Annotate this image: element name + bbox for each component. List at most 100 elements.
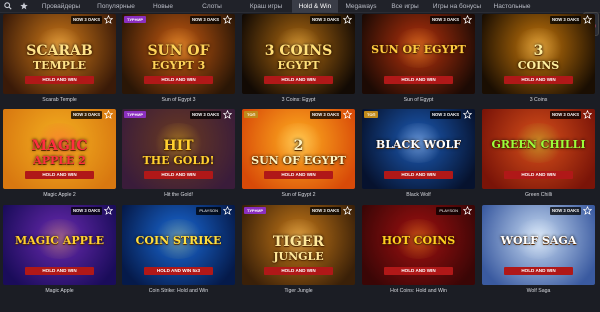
game-card[interactable]: COIN STRIKE HOLD AND WIN 5x3 PLAYSON Coin S…: [122, 205, 235, 298]
game-card[interactable]: HIT THE GOLD! HOLD AND WIN NOW 3 OAKS ТУРНИР…: [122, 109, 235, 202]
game-thumbnail[interactable]: HOT COINS HOLD AND WIN PLAYSON: [362, 205, 475, 285]
favorite-star-icon[interactable]: [583, 110, 592, 119]
game-thumbnail[interactable]: 2 SUN OF EGYPT HOLD AND WIN NOW 3 OAKS ТОП: [242, 109, 355, 189]
game-title[interactable]: 3 Coins: [482, 95, 595, 106]
tab-3[interactable]: Слоты: [184, 0, 240, 13]
search-button[interactable]: [0, 0, 16, 13]
game-thumbnail[interactable]: GREEN CHILLI HOLD AND WIN NOW 3 OAKS: [482, 109, 595, 189]
favorite-star-icon[interactable]: [343, 15, 352, 24]
game-title[interactable]: Coin Strike: Hold and Win: [122, 286, 235, 297]
game-card[interactable]: BLACK WOLF HOLD AND WIN NOW 3 OAKS ТОП Black…: [362, 109, 475, 202]
game-thumbnail[interactable]: MAGIC APPLE 2 HOLD AND WIN NOW 3 OAKS: [3, 109, 116, 189]
game-title[interactable]: Sun of Egypt 3: [122, 95, 235, 106]
tab-1[interactable]: Популярные: [90, 0, 142, 13]
game-card[interactable]: TIGER JUNGLE HOLD AND WIN NOW 3 OAKS ТУРНИР T…: [242, 205, 355, 298]
game-art-subtitle: EGYPT 3: [151, 59, 206, 72]
favorite-star-icon[interactable]: [583, 206, 592, 215]
game-card[interactable]: GREEN CHILLI HOLD AND WIN NOW 3 OAKS Green …: [482, 109, 595, 202]
game-thumbnail[interactable]: MAGIC APPLE HOLD AND WIN NOW 3 OAKS: [3, 205, 116, 285]
game-tag-badge: ТУРНИР: [244, 207, 267, 214]
game-title[interactable]: Scarab Temple: [3, 95, 116, 106]
game-title[interactable]: Hit the Gold!: [122, 190, 235, 201]
favorite-star-icon[interactable]: [223, 206, 232, 215]
game-art-title: GREEN CHILLI: [491, 138, 586, 151]
game-art-title: MAGIC APPLE: [14, 234, 105, 247]
game-card[interactable]: SCARAB TEMPLE HOLD AND WIN NOW 3 OAKS Scarab…: [3, 14, 116, 107]
favorite-star-icon[interactable]: [223, 110, 232, 119]
game-title[interactable]: Sun of Egypt 2: [242, 190, 355, 201]
game-card[interactable]: WOLF SAGA HOLD AND WIN NOW 3 OAKS Wolf Saga: [482, 205, 595, 298]
game-thumbnail[interactable]: COIN STRIKE HOLD AND WIN 5x3 PLAYSON: [122, 205, 235, 285]
game-title[interactable]: Wolf Saga: [482, 286, 595, 297]
game-art-subtitle: THE GOLD!: [142, 154, 215, 167]
tab-9[interactable]: Настольные: [488, 0, 536, 13]
hold-and-win-banner: HOLD AND WIN: [264, 76, 333, 84]
game-tag-badge: ТУРНИР: [124, 16, 147, 23]
game-tag-badge: ТОП: [244, 111, 259, 118]
game-card[interactable]: HOT COINS HOLD AND WIN PLAYSON Hot Coins: H…: [362, 205, 475, 298]
game-art-title: SCARAB: [26, 43, 93, 59]
game-art-title: TIGER: [272, 234, 325, 250]
game-card[interactable]: MAGIC APPLE HOLD AND WIN NOW 3 OAKS Magic A…: [3, 205, 116, 298]
game-thumbnail[interactable]: 3 COINS EGYPT HOLD AND WIN NOW 3 OAKS: [242, 14, 355, 94]
provider-badge: NOW 3 OAKS: [310, 207, 341, 215]
game-art-title: 3 COINS: [264, 43, 333, 59]
hold-and-win-banner: HOLD AND WIN: [144, 171, 213, 179]
game-art-subtitle: EGYPT: [277, 59, 320, 72]
tab-7[interactable]: Все игры: [384, 0, 426, 13]
tab-8[interactable]: Игры на бонусы: [426, 0, 488, 13]
favorite-star-icon[interactable]: [104, 15, 113, 24]
star-icon: [20, 2, 28, 10]
game-title[interactable]: Sun of Egypt: [362, 95, 475, 106]
game-thumbnail[interactable]: WOLF SAGA HOLD AND WIN NOW 3 OAKS: [482, 205, 595, 285]
favorite-star-icon[interactable]: [343, 206, 352, 215]
game-card[interactable]: SUN OF EGYPT 3 HOLD AND WIN NOW 3 OAKS ТУРНИ…: [122, 14, 235, 107]
tab-2[interactable]: Новые: [142, 0, 184, 13]
game-title[interactable]: Black Wolf: [362, 190, 475, 201]
favorite-star-icon[interactable]: [104, 110, 113, 119]
game-art-title: 2: [293, 138, 304, 154]
favorite-star-icon[interactable]: [463, 206, 472, 215]
provider-badge: NOW 3 OAKS: [550, 16, 581, 24]
game-art-title: WOLF SAGA: [500, 234, 577, 247]
hold-and-win-banner: HOLD AND WIN: [384, 171, 453, 179]
game-title[interactable]: Magic Apple: [3, 286, 116, 297]
provider-badge: NOW 3 OAKS: [310, 111, 341, 119]
game-thumbnail[interactable]: 3 COINS HOLD AND WIN NOW 3 OAKS: [482, 14, 595, 94]
favorite-star-icon[interactable]: [104, 206, 113, 215]
game-card[interactable]: 3 COINS HOLD AND WIN NOW 3 OAKS 3 Coins: [482, 14, 595, 107]
game-thumbnail[interactable]: HIT THE GOLD! HOLD AND WIN NOW 3 OAKS ТУРНИР: [122, 109, 235, 189]
favorite-star-icon[interactable]: [463, 15, 472, 24]
tab-0[interactable]: Провайдеры: [32, 0, 90, 13]
tab-4[interactable]: Краш игры: [240, 0, 292, 13]
game-card[interactable]: SUN OF EGYPT HOLD AND WIN NOW 3 OAKS Sun of…: [362, 14, 475, 107]
favorites-button[interactable]: [16, 0, 32, 13]
game-thumbnail[interactable]: SUN OF EGYPT HOLD AND WIN NOW 3 OAKS: [362, 14, 475, 94]
game-card[interactable]: MAGIC APPLE 2 HOLD AND WIN NOW 3 OAKS Magic …: [3, 109, 116, 202]
game-card[interactable]: 2 SUN OF EGYPT HOLD AND WIN NOW 3 OAKS ТОП Su…: [242, 109, 355, 202]
game-thumbnail[interactable]: SUN OF EGYPT 3 HOLD AND WIN NOW 3 OAKS ТУРНИ…: [122, 14, 235, 94]
provider-badge: NOW 3 OAKS: [71, 207, 102, 215]
game-art-title: COIN STRIKE: [135, 234, 222, 247]
game-title[interactable]: Green Chilli: [482, 190, 595, 201]
favorite-star-icon[interactable]: [223, 15, 232, 24]
provider-badge: NOW 3 OAKS: [550, 111, 581, 119]
favorite-star-icon[interactable]: [463, 110, 472, 119]
game-art-title: SUN OF: [147, 43, 210, 59]
game-thumbnail[interactable]: BLACK WOLF HOLD AND WIN NOW 3 OAKS ТОП: [362, 109, 475, 189]
game-art-subtitle: TEMPLE: [32, 59, 87, 72]
game-thumbnail[interactable]: SCARAB TEMPLE HOLD AND WIN NOW 3 OAKS: [3, 14, 116, 94]
hold-and-win-banner: HOLD AND WIN: [264, 267, 333, 275]
game-art-title: HIT: [163, 138, 194, 154]
game-title[interactable]: Tiger Jungle: [242, 286, 355, 297]
favorite-star-icon[interactable]: [343, 110, 352, 119]
game-title[interactable]: Hot Coins: Hold and Win: [362, 286, 475, 297]
tab-5[interactable]: Hold & Win: [292, 0, 338, 13]
game-title[interactable]: 3 Coins: Egypt: [242, 95, 355, 106]
game-card[interactable]: 3 COINS EGYPT HOLD AND WIN NOW 3 OAKS 3 Coin…: [242, 14, 355, 107]
favorite-star-icon[interactable]: [583, 15, 592, 24]
game-title[interactable]: Magic Apple 2: [3, 190, 116, 201]
game-thumbnail[interactable]: TIGER JUNGLE HOLD AND WIN NOW 3 OAKS ТУРНИР: [242, 205, 355, 285]
tab-6[interactable]: Megaways: [338, 0, 384, 13]
game-art-title: MAGIC: [31, 138, 88, 154]
